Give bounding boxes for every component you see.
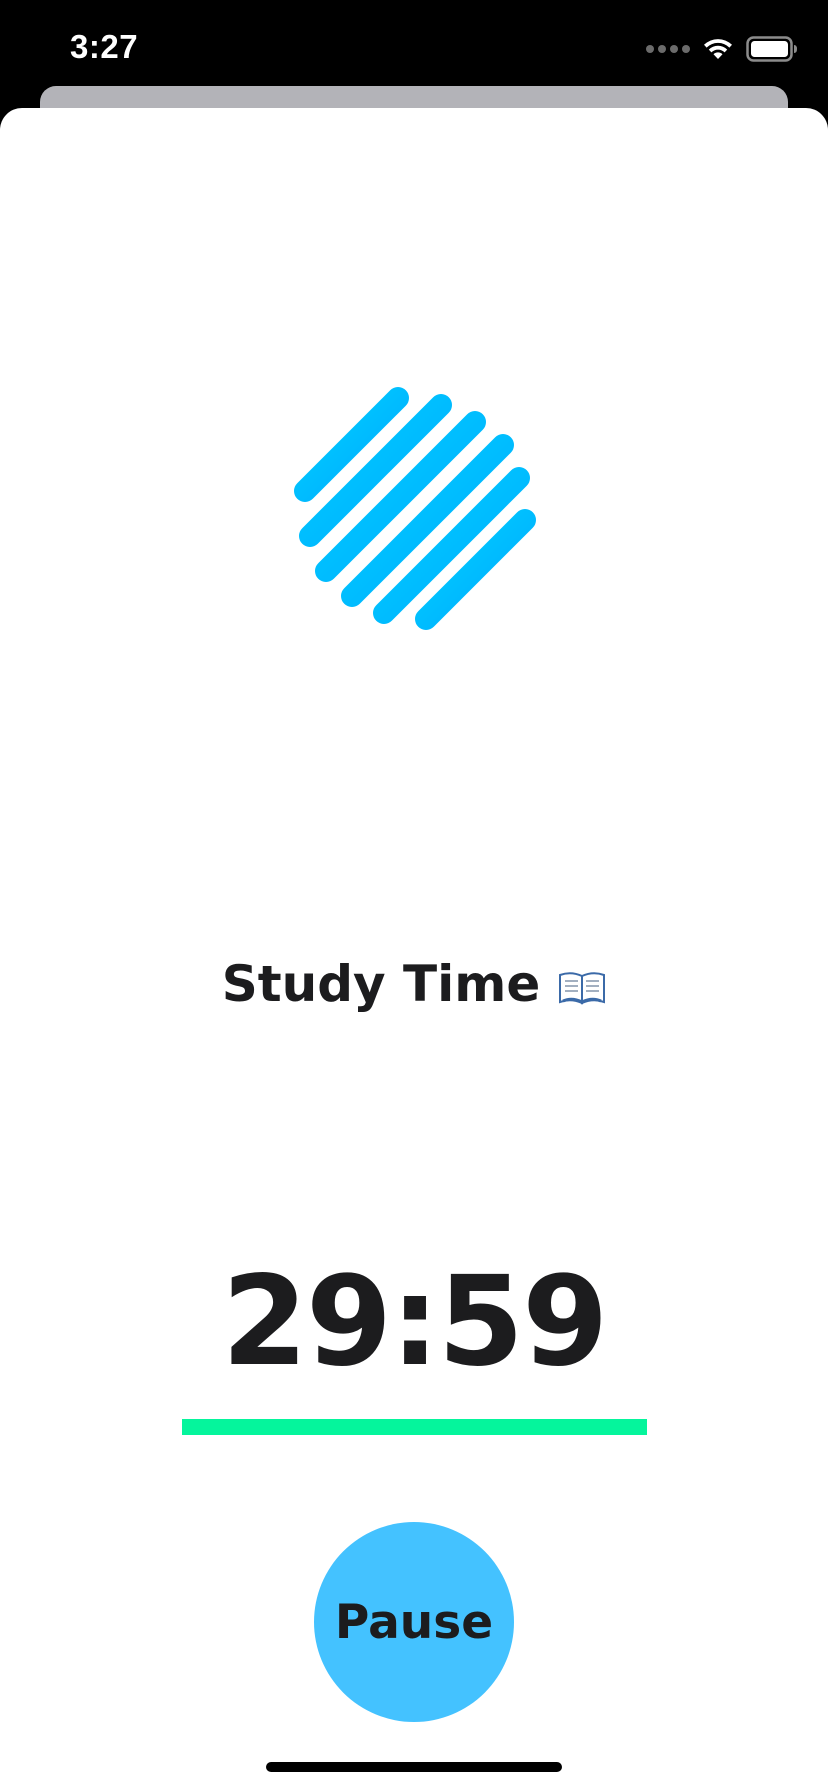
striped-circle-logo-icon: [294, 387, 536, 630]
status-bar: 3:27: [0, 0, 828, 92]
app-screen: 3:27 Study Time 29:59 Pause: [0, 0, 828, 1792]
countdown-timer: 29:59: [221, 1250, 609, 1394]
session-title-text: Study Time: [221, 955, 541, 1013]
open-book-icon: [558, 959, 606, 1017]
pause-button[interactable]: Pause: [314, 1522, 514, 1722]
battery-icon: [746, 36, 797, 62]
home-indicator: [266, 1762, 562, 1772]
session-title: Study Time: [0, 955, 828, 1017]
status-time: 3:27: [70, 28, 139, 65]
signal-dots-icon: [646, 45, 690, 53]
pause-button-label: Pause: [334, 1594, 494, 1650]
timer-progress-bar: [182, 1419, 647, 1435]
status-icons: [646, 36, 798, 62]
timer-progress-fill: [182, 1419, 647, 1435]
wifi-icon: [704, 39, 732, 59]
